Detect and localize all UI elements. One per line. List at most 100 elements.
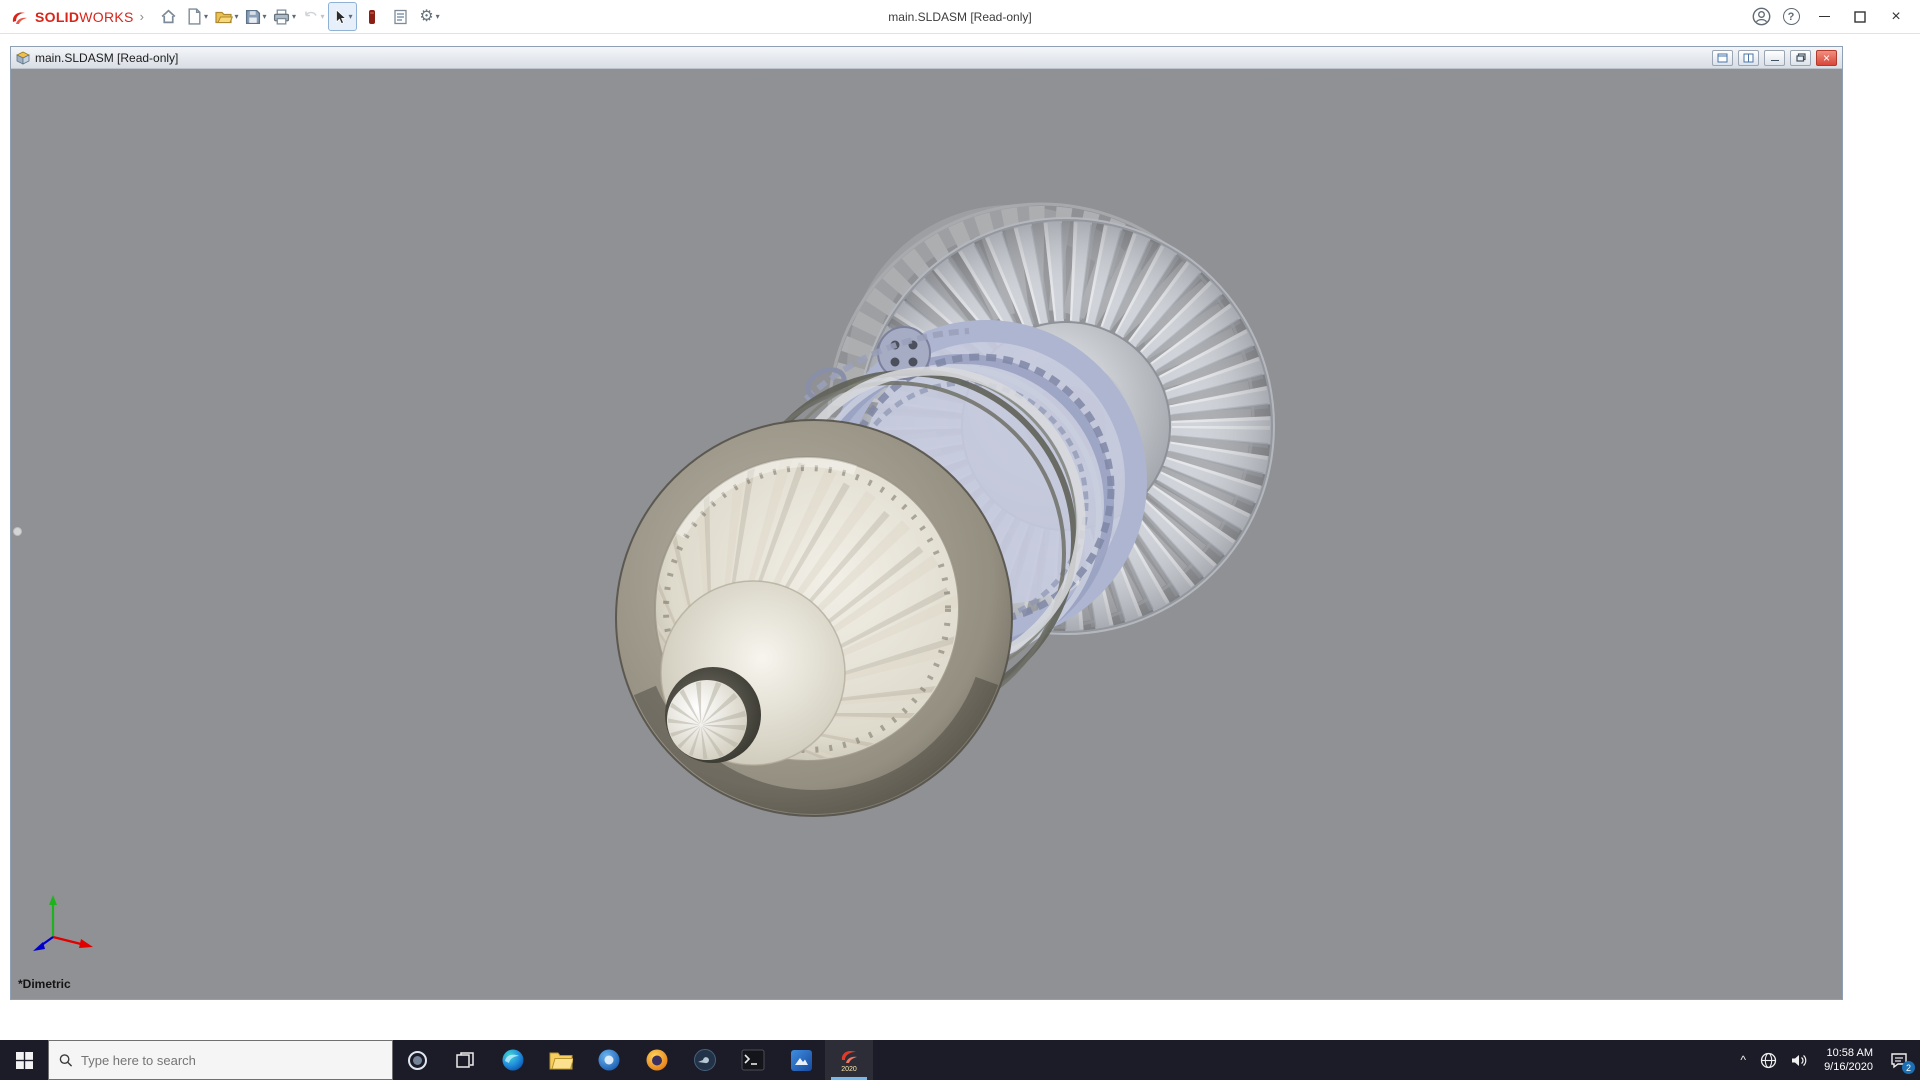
blue-square-app-icon <box>790 1049 812 1071</box>
file-properties-icon <box>394 9 407 24</box>
panel-collapse-handle[interactable] <box>13 527 22 536</box>
account-icon <box>1752 7 1770 26</box>
clock-time: 10:58 AM <box>1826 1047 1873 1059</box>
start-button[interactable] <box>0 1040 48 1080</box>
dark-circle-app-icon <box>694 1049 716 1071</box>
dropdown-caret-icon[interactable]: ▾ <box>263 12 267 21</box>
blue-circle-app-button[interactable] <box>585 1040 633 1080</box>
dropdown-caret-icon[interactable]: ▾ <box>321 12 325 21</box>
solidworks-icon-year: 2020 <box>841 1066 857 1073</box>
new-document-button[interactable]: ▾ <box>184 3 211 30</box>
file-properties-button[interactable] <box>387 3 414 30</box>
edge-icon <box>502 1049 524 1071</box>
options-button[interactable]: ⚙ ▾ <box>416 3 443 30</box>
doc-restore-icon <box>1795 53 1806 62</box>
solidworks-app: SOLIDWORKS › ▾ ▾ ▾ ▾ ▾ ▾ ⚙ ▾ main.SLDASM… <box>0 0 1920 1080</box>
window-title: main.SLDASM [Read-only] <box>888 10 1032 24</box>
dropdown-caret-icon[interactable]: ▾ <box>436 12 440 21</box>
assembly-file-icon <box>16 51 30 65</box>
volume-button[interactable] <box>1784 1040 1815 1080</box>
restore-button[interactable] <box>1842 1 1878 33</box>
mdi-area: main.SLDASM [Read-only] × *Dimetric <box>0 34 1920 1040</box>
minimize-button[interactable] <box>1806 1 1842 33</box>
solidworks-app-icon: 2020 <box>839 1047 859 1073</box>
brand-text: SOLIDWORKS <box>35 8 134 25</box>
document-window: main.SLDASM [Read-only] × *Dimetric <box>10 46 1843 1000</box>
dropdown-caret-icon[interactable]: ▾ <box>292 12 296 21</box>
blue-square-app-button[interactable] <box>777 1040 825 1080</box>
doc-tool-button-a[interactable] <box>1712 49 1733 66</box>
blue-circle-app-icon <box>598 1049 620 1071</box>
open-button[interactable]: ▾ <box>213 3 240 30</box>
solidworks-logo: SOLIDWORKS <box>10 7 134 27</box>
cortana-button[interactable] <box>393 1040 441 1080</box>
dark-circle-app-button[interactable] <box>681 1040 729 1080</box>
system-tray: ^ 10:58 AM 9/16/2020 2 <box>1733 1040 1920 1080</box>
action-center-button[interactable]: 2 <box>1882 1040 1920 1080</box>
document-titlebar[interactable]: main.SLDASM [Read-only] × <box>11 47 1842 69</box>
doc-tool-button-b[interactable] <box>1738 49 1759 66</box>
print-icon <box>273 8 290 25</box>
help-button[interactable]: ? <box>1776 2 1806 32</box>
volume-icon <box>1792 1054 1807 1066</box>
notification-badge: 2 <box>1902 1061 1915 1074</box>
clock-date: 9/16/2020 <box>1824 1061 1873 1073</box>
terminal-app-button[interactable] <box>729 1040 777 1080</box>
undo-icon <box>304 11 317 17</box>
close-icon: × <box>1891 7 1901 25</box>
brand-mark-icon <box>12 11 27 24</box>
home-icon <box>161 9 176 24</box>
select-arrow-icon <box>335 8 346 24</box>
graphics-viewport[interactable]: *Dimetric <box>11 69 1842 999</box>
dropdown-caret-icon[interactable]: ▾ <box>349 12 353 21</box>
search-input[interactable] <box>80 1052 382 1068</box>
network-icon <box>1760 1052 1777 1068</box>
open-icon <box>214 11 233 23</box>
restore-icon <box>1854 10 1866 23</box>
app-titlebar: SOLIDWORKS › ▾ ▾ ▾ ▾ ▾ ▾ ⚙ ▾ main.SLDASM… <box>0 0 1920 34</box>
home-button[interactable] <box>155 3 182 30</box>
orange-circle-app-icon <box>646 1049 668 1071</box>
document-title: main.SLDASM [Read-only] <box>35 50 179 65</box>
menu-expand-icon[interactable]: › <box>136 9 154 24</box>
doc-restore-button[interactable] <box>1790 49 1811 66</box>
doc-minimize-icon <box>1770 60 1779 61</box>
view-orientation-label: *Dimetric <box>18 977 71 991</box>
save-icon <box>245 9 260 24</box>
jet-engine-model[interactable] <box>11 69 1842 999</box>
undo-button[interactable]: ▾ <box>300 3 327 30</box>
search-icon <box>59 1053 73 1067</box>
minimize-icon <box>1818 16 1830 17</box>
doc-close-button[interactable]: × <box>1816 49 1837 66</box>
start-icon <box>15 1051 33 1069</box>
task-view-button[interactable] <box>441 1040 489 1080</box>
select-button[interactable]: ▾ <box>328 2 358 31</box>
help-icon: ? <box>1782 8 1800 25</box>
cortana-icon <box>407 1050 427 1070</box>
terminal-app-icon <box>741 1049 765 1071</box>
edge-app-button[interactable] <box>489 1040 537 1080</box>
windows-taskbar: 2020 ^ 10:58 AM <box>0 1040 1920 1080</box>
options-gear-icon: ⚙ <box>419 7 434 25</box>
viewport-layout-icon <box>1717 53 1728 62</box>
red-tool-button[interactable] <box>358 3 385 30</box>
dropdown-caret-icon[interactable]: ▾ <box>235 12 239 21</box>
close-button[interactable]: × <box>1878 1 1914 33</box>
orange-circle-app-button[interactable] <box>633 1040 681 1080</box>
print-button[interactable]: ▾ <box>271 3 298 30</box>
network-button[interactable] <box>1753 1040 1784 1080</box>
file-explorer-icon <box>549 1052 573 1070</box>
taskbar-search[interactable] <box>48 1040 393 1080</box>
doc-minimize-button[interactable] <box>1764 49 1785 66</box>
dropdown-caret-icon[interactable]: ▾ <box>204 12 208 21</box>
file-explorer-button[interactable] <box>537 1040 585 1080</box>
red-tool-icon <box>368 9 375 24</box>
taskbar-clock[interactable]: 10:58 AM 9/16/2020 <box>1815 1040 1882 1080</box>
account-button[interactable] <box>1746 2 1776 32</box>
orientation-triad <box>33 895 93 951</box>
new-document-icon <box>188 8 201 25</box>
save-button[interactable]: ▾ <box>242 3 269 30</box>
tray-expand-button[interactable]: ^ <box>1733 1040 1753 1080</box>
solidworks-taskbar-button[interactable]: 2020 <box>825 1040 873 1080</box>
task-view-icon <box>455 1051 474 1068</box>
